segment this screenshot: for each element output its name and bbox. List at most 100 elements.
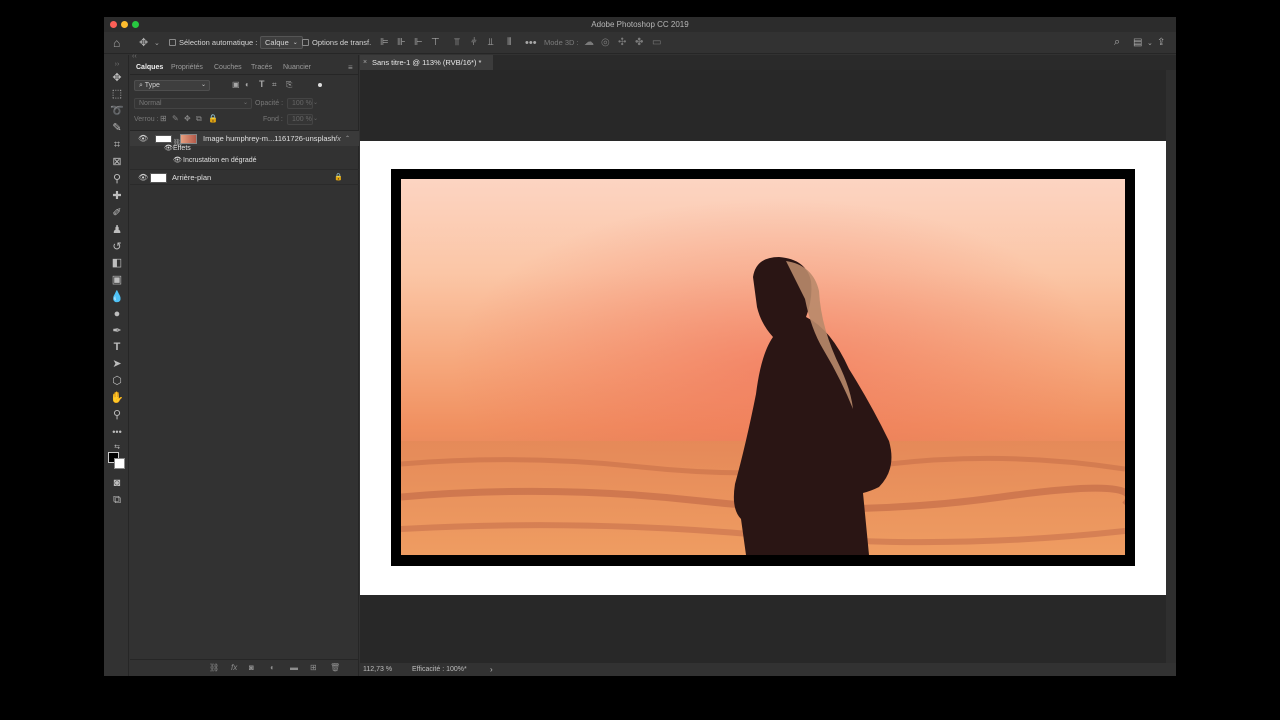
filter-adjustment-icon[interactable]: ◐ bbox=[245, 80, 250, 89]
camera-3d-icon[interactable]: ▭ bbox=[652, 37, 661, 48]
lasso-tool-icon[interactable]: ➰ bbox=[109, 104, 125, 118]
align-right-icon[interactable]: ⊩ bbox=[414, 37, 423, 48]
filter-smart-object-icon[interactable]: ⎘ bbox=[286, 80, 292, 90]
blur-tool-icon[interactable]: 💧 bbox=[109, 290, 125, 304]
edit-toolbar-icon[interactable]: ••• bbox=[109, 425, 125, 439]
tab-calques[interactable]: Calques bbox=[136, 61, 163, 75]
more-options-icon[interactable]: ••• bbox=[525, 37, 537, 49]
filter-toggle-icon[interactable] bbox=[318, 83, 322, 87]
workspace-icon[interactable]: ▤ bbox=[1133, 37, 1142, 48]
fill-chevron-icon[interactable]: ⌄ bbox=[313, 115, 318, 122]
distribute-top-icon[interactable]: ⫪ bbox=[454, 37, 460, 48]
screen-mode-icon[interactable]: ⧉ bbox=[109, 493, 125, 507]
layer-row-background[interactable]: 👁 Arrière-plan 🔒 bbox=[130, 169, 359, 185]
hand-tool-icon[interactable]: ✋ bbox=[109, 391, 125, 405]
auto-select-target-dropdown[interactable]: Calque ⌄ bbox=[260, 36, 303, 49]
blend-mode-dropdown[interactable]: Normal ⌄ bbox=[134, 98, 252, 109]
clone-stamp-tool-icon[interactable]: ♟ bbox=[109, 223, 125, 237]
add-fx-icon[interactable]: fx bbox=[231, 663, 237, 672]
status-menu-arrow[interactable]: › bbox=[490, 663, 493, 676]
layer-name[interactable]: Arrière-plan bbox=[172, 170, 211, 186]
link-layers-icon[interactable]: ⛓ bbox=[209, 663, 219, 672]
canvas-area[interactable] bbox=[360, 70, 1176, 663]
home-icon[interactable]: ⌂ bbox=[113, 36, 120, 50]
tab-nuancier[interactable]: Nuancier bbox=[283, 61, 311, 75]
minimize-window-button[interactable] bbox=[121, 21, 128, 28]
fill-input[interactable]: 100 % bbox=[287, 114, 313, 125]
distribute-bottom-icon[interactable]: ⫫ bbox=[488, 37, 494, 48]
gradient-effect-eye-icon[interactable]: 👁 bbox=[173, 155, 182, 167]
add-mask-icon[interactable]: ◙ bbox=[249, 663, 254, 672]
zoom-tool-icon[interactable]: ⚲ bbox=[109, 408, 125, 422]
roll-3d-icon[interactable]: ◎ bbox=[601, 37, 610, 48]
orbit-3d-icon[interactable]: ☁ bbox=[584, 37, 594, 48]
shape-tool-icon[interactable]: ⬡ bbox=[109, 374, 125, 388]
align-center-icon[interactable]: ⊪ bbox=[397, 37, 406, 48]
tool-preset-chevron-icon[interactable]: ⌄ bbox=[154, 39, 160, 47]
align-left-icon[interactable]: ⊫ bbox=[380, 37, 389, 48]
auto-select-checkbox[interactable]: Sélection automatique : bbox=[169, 38, 257, 47]
crop-tool-icon[interactable]: ⌗ bbox=[109, 138, 125, 152]
opacity-chevron-icon[interactable]: ⌄ bbox=[313, 99, 318, 106]
history-brush-tool-icon[interactable]: ↺ bbox=[109, 240, 125, 254]
dodge-tool-icon[interactable]: ● bbox=[109, 307, 125, 321]
tab-couches[interactable]: Couches bbox=[214, 61, 242, 75]
quick-mask-icon[interactable]: ◙ bbox=[109, 476, 125, 490]
opacity-input[interactable]: 100 % bbox=[287, 98, 313, 109]
align-top-icon[interactable]: ⊤ bbox=[431, 37, 440, 48]
new-layer-icon[interactable]: ⊞ bbox=[310, 663, 317, 672]
adjustment-layer-icon[interactable]: ◐ bbox=[270, 663, 275, 672]
quick-select-tool-icon[interactable]: ✎ bbox=[109, 121, 125, 135]
photo-layer[interactable] bbox=[401, 179, 1125, 555]
lock-transparency-icon[interactable]: ⊞ bbox=[160, 114, 167, 123]
distribute-middle-icon[interactable]: ⫩ bbox=[471, 37, 477, 48]
gradient-tool-icon[interactable]: ▣ bbox=[109, 273, 125, 287]
layer-lock-icon[interactable]: 🔒 bbox=[334, 170, 343, 186]
maximize-window-button[interactable] bbox=[132, 21, 139, 28]
close-tab-icon[interactable]: × bbox=[363, 55, 367, 70]
vertical-scrollbar[interactable] bbox=[1166, 70, 1176, 663]
drag-3d-icon[interactable]: ✣ bbox=[618, 37, 626, 48]
search-icon[interactable]: ⌕ bbox=[1114, 36, 1120, 49]
lock-pixels-icon[interactable]: ✎ bbox=[172, 114, 179, 123]
layer-filter-dropdown[interactable]: ⌕ Type ⌄ bbox=[134, 80, 210, 91]
layer-mask-thumbnail[interactable] bbox=[155, 135, 172, 143]
path-select-tool-icon[interactable]: ➤ bbox=[109, 357, 125, 371]
filter-pixel-icon[interactable]: ▣ bbox=[232, 80, 240, 89]
slide-3d-icon[interactable]: ✤ bbox=[635, 37, 643, 48]
tab-traces[interactable]: Tracés bbox=[251, 61, 272, 75]
pen-tool-icon[interactable]: ✒ bbox=[109, 324, 125, 338]
zoom-level[interactable]: 112,73 % bbox=[363, 663, 392, 676]
lock-artboard-icon[interactable]: ⧉ bbox=[196, 114, 202, 124]
move-tool-icon[interactable]: ✥ bbox=[139, 36, 148, 49]
delete-layer-icon[interactable]: 🗑 bbox=[330, 663, 340, 672]
visibility-eye-icon[interactable]: 👁 bbox=[138, 170, 148, 186]
document-tab[interactable]: × Sans titre-1 @ 113% (RVB/16*) * bbox=[360, 55, 494, 70]
move-tool-icon[interactable]: ✥ bbox=[109, 71, 125, 85]
close-window-button[interactable] bbox=[110, 21, 117, 28]
panel-collapse-icon[interactable]: ‹‹ bbox=[132, 53, 137, 60]
marquee-tool-icon[interactable]: ⬚ bbox=[109, 87, 125, 101]
eraser-tool-icon[interactable]: ◧ bbox=[109, 256, 125, 270]
frame-tool-icon[interactable]: ⊠ bbox=[109, 155, 125, 169]
transform-options-checkbox[interactable]: Options de transf. bbox=[302, 38, 371, 47]
panel-menu-icon[interactable]: ≡ bbox=[348, 61, 353, 75]
healing-brush-tool-icon[interactable]: ✚ bbox=[109, 189, 125, 203]
distribute-spacing-icon[interactable]: ⦀ bbox=[507, 37, 511, 48]
filter-shape-icon[interactable]: ⌗ bbox=[272, 80, 277, 90]
lock-all-icon[interactable]: 🔒 bbox=[208, 114, 218, 123]
toolbar-collapse-icon[interactable]: ›› bbox=[109, 58, 125, 72]
workspace-chevron-icon[interactable]: ⌄ bbox=[1147, 39, 1153, 47]
background-color-swatch[interactable] bbox=[114, 458, 125, 469]
effects-eye-icon[interactable]: 👁 bbox=[164, 143, 173, 155]
lock-position-icon[interactable]: ✥ bbox=[184, 114, 191, 123]
type-tool-icon[interactable]: T bbox=[109, 340, 125, 354]
document-canvas[interactable] bbox=[360, 141, 1166, 595]
filter-type-icon[interactable]: T bbox=[259, 79, 265, 89]
new-group-icon[interactable]: ▬ bbox=[290, 663, 298, 672]
share-icon[interactable]: ⇪ bbox=[1157, 37, 1165, 48]
eyedropper-tool-icon[interactable]: ⚲ bbox=[109, 172, 125, 186]
layer-effect-gradient-row[interactable]: 👁 Incrustation en dégradé bbox=[130, 155, 359, 167]
brush-tool-icon[interactable]: ✐ bbox=[109, 206, 125, 220]
layer-effects-row[interactable]: 👁 Effets bbox=[130, 143, 359, 155]
